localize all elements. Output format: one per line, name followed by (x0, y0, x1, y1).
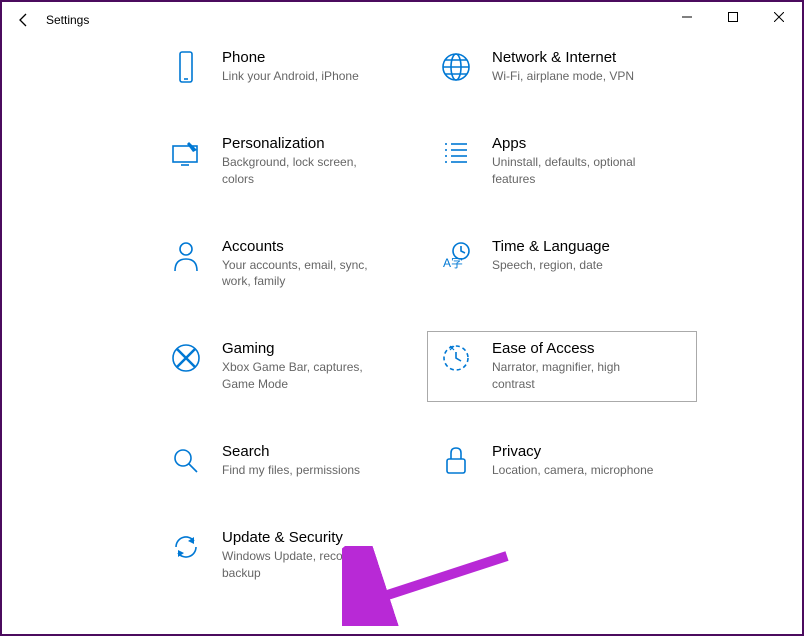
maximize-button[interactable] (710, 2, 756, 32)
search-icon (168, 443, 204, 479)
tile-search[interactable]: Search Find my files, permissions (157, 434, 427, 488)
tile-accounts[interactable]: Accounts Your accounts, email, sync, work… (157, 229, 427, 300)
tile-title: Gaming (222, 340, 392, 357)
tile-phone[interactable]: Phone Link your Android, iPhone (157, 40, 427, 94)
update-icon (168, 529, 204, 565)
svg-text:A字: A字 (443, 255, 463, 270)
phone-icon (168, 49, 204, 85)
tile-subtitle: Windows Update, recovery, backup (222, 548, 392, 582)
back-button[interactable] (10, 6, 38, 34)
tile-subtitle: Background, lock screen, colors (222, 154, 392, 188)
minimize-button[interactable] (664, 2, 710, 32)
tile-title: Personalization (222, 135, 392, 152)
tile-title: Update & Security (222, 529, 392, 546)
tile-title: Privacy (492, 443, 653, 460)
tile-subtitle: Speech, region, date (492, 257, 610, 274)
tile-privacy[interactable]: Privacy Location, camera, microphone (427, 434, 697, 488)
tile-title: Search (222, 443, 360, 460)
tile-network[interactable]: Network & Internet Wi-Fi, airplane mode, … (427, 40, 697, 94)
network-icon (438, 49, 474, 85)
personalization-icon (168, 135, 204, 171)
privacy-icon (438, 443, 474, 479)
tile-personalization[interactable]: Personalization Background, lock screen, … (157, 126, 427, 197)
tile-ease[interactable]: Ease of Access Narrator, magnifier, high … (427, 331, 697, 402)
tile-title: Accounts (222, 238, 392, 255)
close-button[interactable] (756, 2, 802, 32)
tile-subtitle: Link your Android, iPhone (222, 68, 359, 85)
tile-subtitle: Xbox Game Bar, captures, Game Mode (222, 359, 392, 393)
tile-title: Phone (222, 49, 359, 66)
tile-title: Network & Internet (492, 49, 634, 66)
gaming-icon (168, 340, 204, 376)
apps-icon (438, 135, 474, 171)
window-title: Settings (46, 13, 89, 27)
tile-time[interactable]: A字 Time & Language Speech, region, date (427, 229, 697, 300)
time-icon: A字 (438, 238, 474, 274)
tile-title: Time & Language (492, 238, 610, 255)
tile-subtitle: Wi-Fi, airplane mode, VPN (492, 68, 634, 85)
tile-subtitle: Find my files, permissions (222, 462, 360, 479)
tile-subtitle: Uninstall, defaults, optional features (492, 154, 662, 188)
tile-gaming[interactable]: Gaming Xbox Game Bar, captures, Game Mode (157, 331, 427, 402)
tile-update[interactable]: Update & Security Windows Update, recover… (157, 520, 427, 591)
tile-apps[interactable]: Apps Uninstall, defaults, optional featur… (427, 126, 697, 197)
tile-subtitle: Narrator, magnifier, high contrast (492, 359, 662, 393)
ease-icon (438, 340, 474, 376)
tile-title: Ease of Access (492, 340, 662, 357)
tile-subtitle: Location, camera, microphone (492, 462, 653, 479)
accounts-icon (168, 238, 204, 274)
tile-title: Apps (492, 135, 662, 152)
tile-subtitle: Your accounts, email, sync, work, family (222, 257, 392, 291)
